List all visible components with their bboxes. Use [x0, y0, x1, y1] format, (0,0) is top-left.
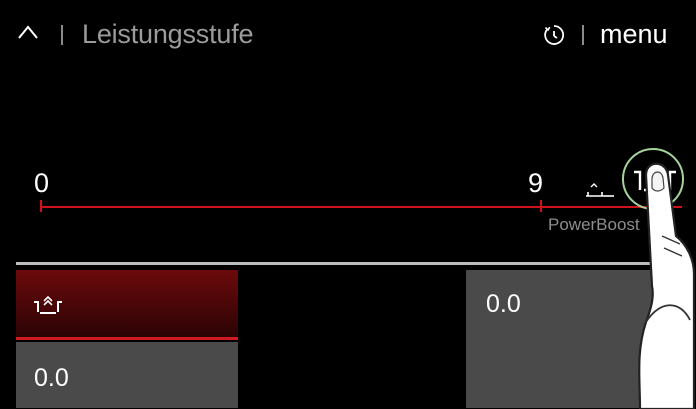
timer-icon[interactable]: [542, 23, 566, 47]
zone-value-tile[interactable]: 0.0: [466, 270, 688, 408]
top-bar: Leistungsstufe menu: [8, 8, 688, 60]
power-level-slider[interactable]: [40, 206, 544, 208]
chevron-up-icon[interactable]: [18, 24, 38, 40]
scale-max-label: 9: [528, 168, 544, 198]
pot-with-steam-icon[interactable]: [583, 180, 615, 202]
separator: [61, 25, 63, 45]
pot-with-steam-icon: [34, 295, 62, 314]
slider-tick: [40, 200, 42, 212]
menu-button[interactable]: menu: [600, 19, 668, 50]
cooktop-screen: Leistungsstufe menu 0 9 PowerBoost 0.0 0…: [8, 8, 688, 408]
page-title: Leistungsstufe: [82, 19, 254, 49]
selected-zone-tile[interactable]: [16, 270, 238, 340]
powerboost-label: PowerBoost: [548, 215, 640, 234]
zone-value-tile[interactable]: 0.0: [16, 342, 238, 408]
scale-min-label: 0: [34, 168, 50, 198]
powerboost-icon[interactable]: [630, 166, 680, 196]
zone-value: 0.0: [486, 290, 521, 318]
section-divider: [16, 262, 688, 265]
separator: [582, 25, 584, 45]
zone-value: 0.0: [34, 364, 69, 392]
